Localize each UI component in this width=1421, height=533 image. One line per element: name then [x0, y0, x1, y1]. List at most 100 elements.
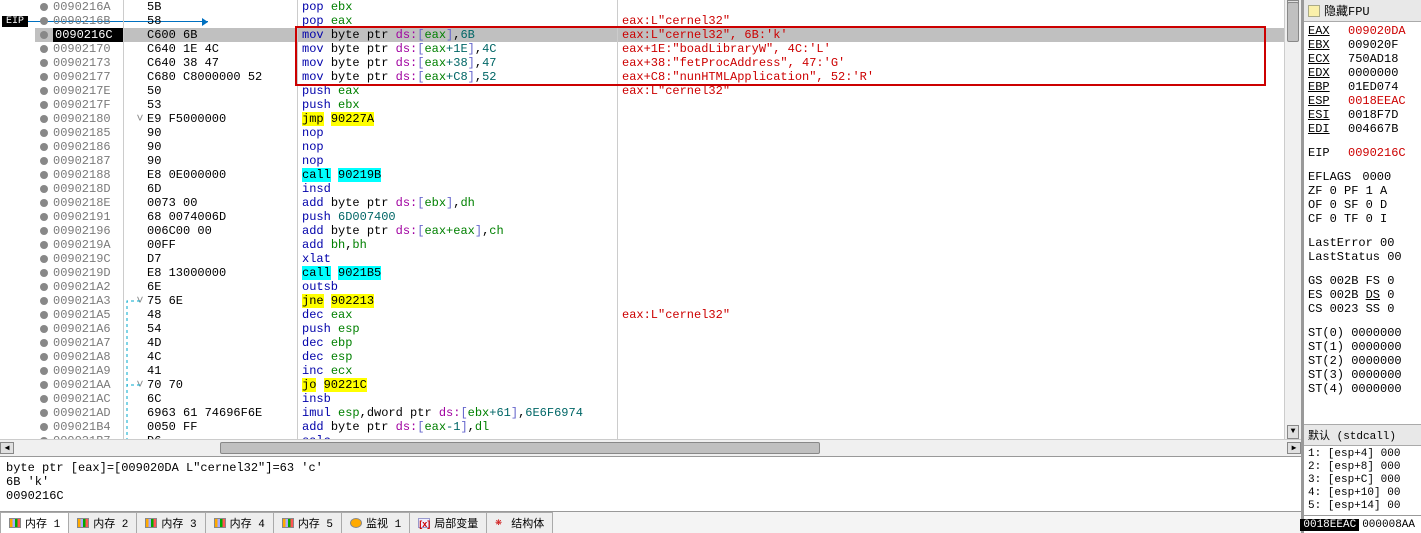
- reg-line[interactable]: EFLAGS 0000: [1308, 170, 1417, 184]
- breakpoint-gutter[interactable]: [35, 308, 53, 322]
- disasm-row[interactable]: 00902173C640 38 47mov byte ptr ds:[eax+3…: [35, 56, 1284, 70]
- disasm-vscrollbar[interactable]: ▲ ▼: [1284, 0, 1301, 439]
- disasm-row[interactable]: 0090216CC600 6Bmov byte ptr ds:[eax],6Be…: [35, 28, 1284, 42]
- scroll-down-arrow-icon[interactable]: ▼: [1287, 425, 1299, 439]
- breakpoint-gutter[interactable]: [35, 406, 53, 420]
- reg-line[interactable]: EBP01ED074: [1308, 80, 1417, 94]
- breakpoint-gutter[interactable]: [35, 42, 53, 56]
- disasm-row[interactable]: 009021AD6963 61 74696F6Eimul esp,dword p…: [35, 406, 1284, 420]
- disasm-hscrollbar[interactable]: ◀ ▶: [0, 439, 1301, 456]
- disasm-row[interactable]: 0090219A00FFadd bh,bh: [35, 238, 1284, 252]
- disasm-row[interactable]: 0090218D6Dinsd: [35, 182, 1284, 196]
- reg-line[interactable]: ST(2) 0000000: [1308, 354, 1417, 368]
- disasm-row[interactable]: 009021A654push esp: [35, 322, 1284, 336]
- disasm-row[interactable]: 0090219168 0074006Dpush 6D007400: [35, 210, 1284, 224]
- tab-内存2[interactable]: 内存 2: [68, 512, 137, 533]
- disasm-row[interactable]: 009021AA˅70 70jo 90221C: [35, 378, 1284, 392]
- breakpoint-gutter[interactable]: [35, 126, 53, 140]
- reg-line[interactable]: OF 0 SF 0 D: [1308, 198, 1417, 212]
- scroll-left-arrow-icon[interactable]: ◀: [0, 442, 14, 454]
- reg-line[interactable]: CF 0 TF 0 I: [1308, 212, 1417, 226]
- disasm-row[interactable]: 0090218790nop: [35, 154, 1284, 168]
- disasm-row[interactable]: 0090219DE8 13000000call 9021B5: [35, 266, 1284, 280]
- calling-convention-dropdown[interactable]: 默认 (stdcall): [1304, 424, 1421, 446]
- breakpoint-gutter[interactable]: [35, 392, 53, 406]
- breakpoint-gutter[interactable]: [35, 294, 53, 308]
- breakpoint-gutter[interactable]: [35, 112, 53, 126]
- breakpoint-gutter[interactable]: [35, 336, 53, 350]
- reg-line[interactable]: ESP0018EEAC: [1308, 94, 1417, 108]
- breakpoint-gutter[interactable]: [35, 322, 53, 336]
- breakpoint-gutter[interactable]: [35, 364, 53, 378]
- disasm-row[interactable]: 00902177C680 C8000000 52mov byte ptr ds:…: [35, 70, 1284, 84]
- reg-line[interactable]: LastStatus 00: [1308, 250, 1417, 264]
- disassembly-scroll[interactable]: 0090216A5Bpop ebx0090216B58pop eaxeax:L"…: [35, 0, 1284, 439]
- breakpoint-gutter[interactable]: [35, 252, 53, 266]
- reg-line[interactable]: GS 002B FS 0: [1308, 274, 1417, 288]
- disasm-row[interactable]: 00902180˅E9 F5000000jmp 90227A: [35, 112, 1284, 126]
- reg-line[interactable]: ST(1) 0000000: [1308, 340, 1417, 354]
- tab-结构体[interactable]: ❋结构体: [486, 512, 553, 533]
- breakpoint-gutter[interactable]: [35, 154, 53, 168]
- reg-line[interactable]: EDX0000000: [1308, 66, 1417, 80]
- reg-line[interactable]: CS 0023 SS 0: [1308, 302, 1417, 316]
- stack-arg[interactable]: 4: [esp+10] 00: [1308, 487, 1417, 500]
- breakpoint-gutter[interactable]: [35, 266, 53, 280]
- reg-line[interactable]: ST(4) 0000000: [1308, 382, 1417, 396]
- reg-line[interactable]: LastError 00: [1308, 236, 1417, 250]
- reg-line[interactable]: ST(3) 0000000: [1308, 368, 1417, 382]
- scroll-thumb[interactable]: [220, 442, 820, 454]
- breakpoint-gutter[interactable]: [35, 70, 53, 84]
- reg-line[interactable]: EIP0090216C: [1308, 146, 1417, 160]
- tab-内存4[interactable]: 内存 4: [205, 512, 274, 533]
- stack-arg[interactable]: 5: [esp+14] 00: [1308, 500, 1417, 513]
- scroll-thumb[interactable]: [1287, 2, 1299, 42]
- stack-arg[interactable]: 3: [esp+C] 000: [1308, 474, 1417, 487]
- stack-arg[interactable]: 2: [esp+8] 000: [1308, 461, 1417, 474]
- reg-line[interactable]: ECX750AD18: [1308, 52, 1417, 66]
- breakpoint-gutter[interactable]: [35, 224, 53, 238]
- disasm-row[interactable]: 009021A3˅75 6Ejne 902213: [35, 294, 1284, 308]
- registers-panel[interactable]: EAX009020DAEBX009020FECX750AD18EDX000000…: [1304, 22, 1421, 424]
- breakpoint-gutter[interactable]: [35, 0, 53, 14]
- disasm-row[interactable]: 0090218590nop: [35, 126, 1284, 140]
- stack-arg[interactable]: 1: [esp+4] 000: [1308, 448, 1417, 461]
- tab-内存1[interactable]: 内存 1: [0, 512, 69, 533]
- breakpoint-gutter[interactable]: [35, 28, 53, 42]
- breakpoint-gutter[interactable]: [35, 98, 53, 112]
- disasm-row[interactable]: 0090219CD7xlat: [35, 252, 1284, 266]
- breakpoint-gutter[interactable]: [35, 350, 53, 364]
- disasm-row[interactable]: 009021A74Ddec ebp: [35, 336, 1284, 350]
- disasm-row[interactable]: 00902196006C00 00add byte ptr ds:[eax+ea…: [35, 224, 1284, 238]
- reg-line[interactable]: EDI004667B: [1308, 122, 1417, 136]
- disasm-row[interactable]: 009021A84Cdec esp: [35, 350, 1284, 364]
- breakpoint-gutter[interactable]: [35, 420, 53, 434]
- breakpoint-gutter[interactable]: [35, 210, 53, 224]
- breakpoint-gutter[interactable]: [35, 14, 53, 28]
- breakpoint-gutter[interactable]: [35, 280, 53, 294]
- breakpoint-gutter[interactable]: [35, 378, 53, 392]
- reg-line[interactable]: EBX009020F: [1308, 38, 1417, 52]
- reg-line[interactable]: ES 002B DS 0: [1308, 288, 1417, 302]
- breakpoint-gutter[interactable]: [35, 84, 53, 98]
- breakpoint-gutter[interactable]: [35, 56, 53, 70]
- fpu-hide-button[interactable]: 隐藏FPU: [1304, 0, 1421, 22]
- reg-line[interactable]: ST(0) 0000000: [1308, 326, 1417, 340]
- breakpoint-gutter[interactable]: [35, 238, 53, 252]
- disasm-row[interactable]: 009021AC6Cinsb: [35, 392, 1284, 406]
- disasm-row[interactable]: 0090216B58pop eaxeax:L"cernel32": [35, 14, 1284, 28]
- disasm-row[interactable]: 009021B40050 FFadd byte ptr ds:[eax-1],d…: [35, 420, 1284, 434]
- disasm-row[interactable]: 009021A941inc ecx: [35, 364, 1284, 378]
- breakpoint-gutter[interactable]: [35, 168, 53, 182]
- breakpoint-gutter[interactable]: [35, 196, 53, 210]
- reg-line[interactable]: EAX009020DA: [1308, 24, 1417, 38]
- tab-监视1[interactable]: 监视 1: [341, 512, 410, 533]
- scroll-right-arrow-icon[interactable]: ▶: [1287, 442, 1301, 454]
- tab-内存5[interactable]: 内存 5: [273, 512, 342, 533]
- tab-内存3[interactable]: 内存 3: [136, 512, 205, 533]
- disasm-row[interactable]: 0090218E0073 00add byte ptr ds:[ebx],dh: [35, 196, 1284, 210]
- disasm-row[interactable]: 009021A548dec eaxeax:L"cernel32": [35, 308, 1284, 322]
- disasm-row[interactable]: 009021A26Eoutsb: [35, 280, 1284, 294]
- reg-line[interactable]: ZF 0 PF 1 A: [1308, 184, 1417, 198]
- breakpoint-gutter[interactable]: [35, 182, 53, 196]
